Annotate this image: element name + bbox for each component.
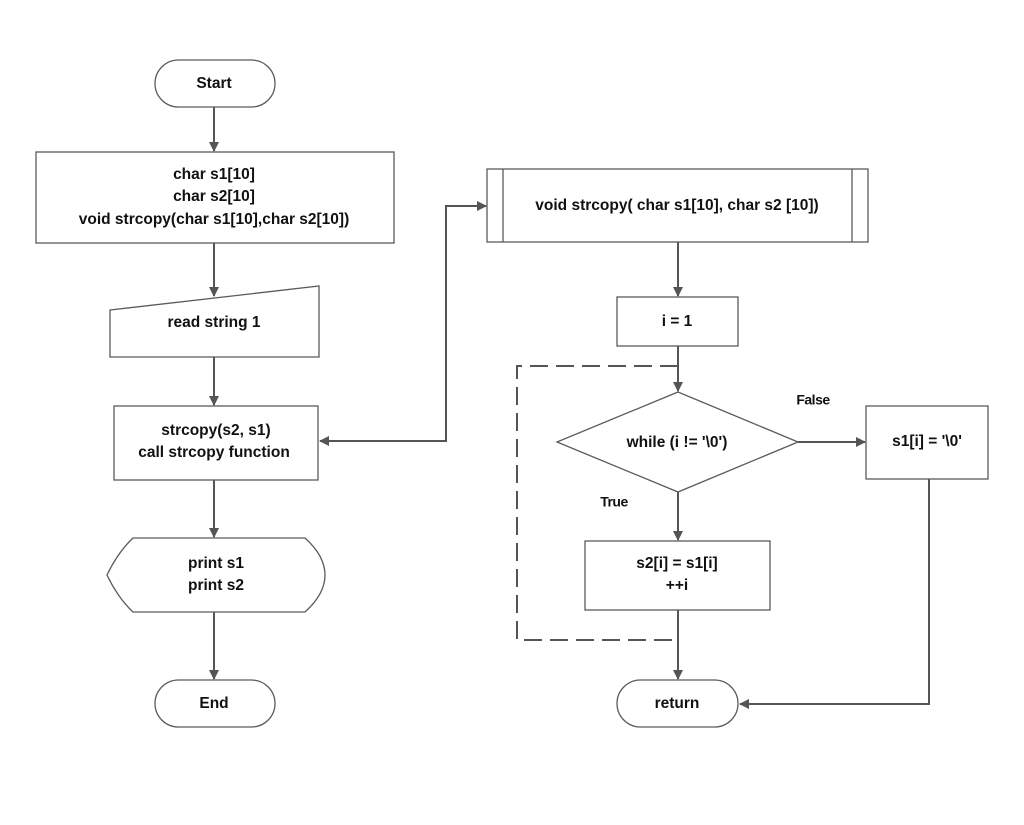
print-display-node: print s1 print s2 [106,537,326,613]
true-label: True [600,494,628,510]
flowchart: Start char s1[10] char s2[10] void strco… [35,59,989,728]
declaration-line: char s1[10] [173,166,255,183]
declaration-line: void strcopy(char s1[10],char s2[10]) [79,211,350,228]
function-label: void strcopy( char s1[10], char s2 [10]) [535,197,818,214]
read-input-node: read string 1 [109,285,320,358]
body-line: ++i [666,577,688,594]
return-label: return [655,695,700,712]
body-line: s2[i] = s1[i] [636,555,717,572]
call-line: call strcopy function [138,444,290,461]
init-label: i = 1 [662,313,693,330]
false-label: False [796,392,830,408]
start-label: Start [196,75,231,92]
end-label: End [199,695,228,712]
declarations-node: char s1[10] char s2[10] void strcopy(cha… [35,151,395,244]
init-node: i = 1 [616,296,739,347]
terminate-label: s1[i] = '\0' [892,433,962,450]
end-node: End [154,679,276,728]
print-line: print s1 [188,555,244,572]
condition-node: while (i != '\0') [555,391,800,493]
function-node: void strcopy( char s1[10], char s2 [10]) [486,168,869,243]
declaration-line: char s2[10] [173,188,255,205]
body-node: s2[i] = s1[i] ++i [584,540,771,611]
print-line: print s2 [188,577,244,594]
call-node: strcopy(s2, s1) call strcopy function [113,405,319,481]
condition-label: while (i != '\0') [626,434,728,451]
read-label: read string 1 [167,314,260,331]
start-node: Start [154,59,276,108]
terminate-node: s1[i] = '\0' [865,405,989,480]
return-node: return [616,679,739,728]
call-line: strcopy(s2, s1) [161,422,270,439]
